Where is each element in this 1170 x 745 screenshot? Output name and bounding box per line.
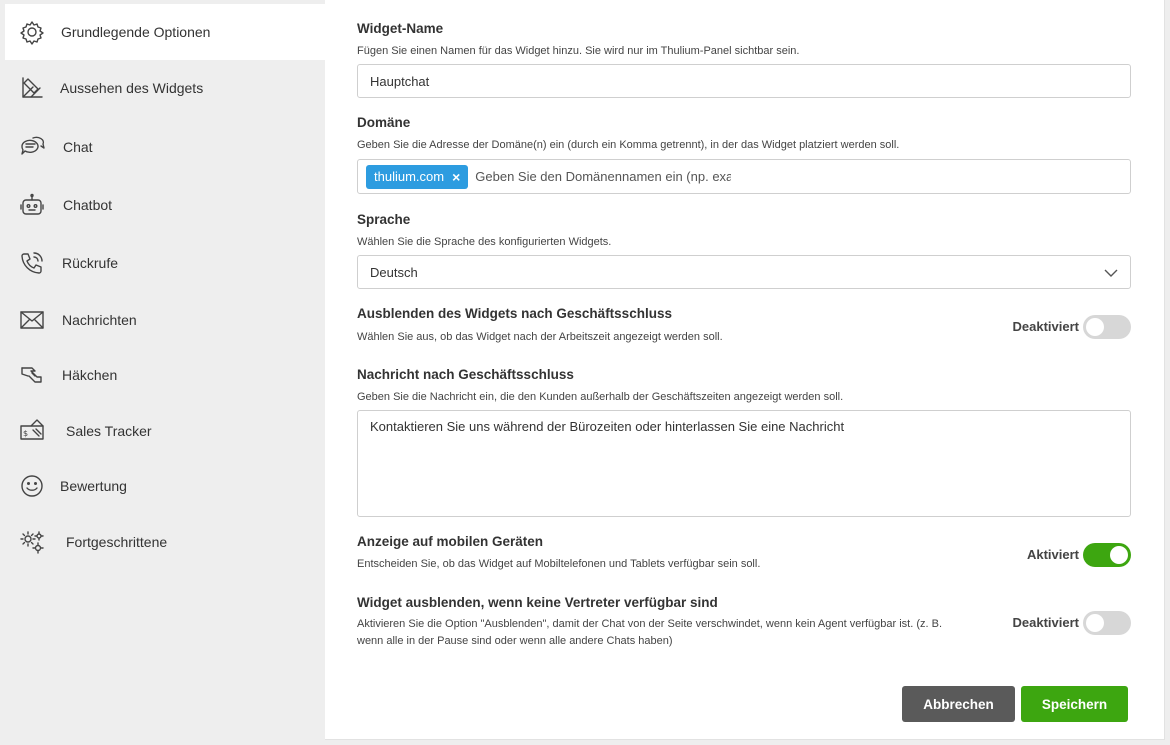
hide-after-hours-description: Wählen Sie aus, ob das Widget nach der A…	[357, 331, 723, 343]
sidebar-item-chat[interactable]: Chat	[0, 119, 325, 175]
robot-icon	[18, 191, 46, 219]
widget-name-value: Hauptchat	[370, 73, 430, 89]
sidebar-item-sales-tracker[interactable]: $ Sales Tracker	[0, 403, 325, 459]
hide-no-agents-description-line2: wenn alle in der Pause sind oder wenn al…	[357, 635, 673, 647]
widget-name-input[interactable]: Hauptchat	[357, 64, 1131, 98]
language-description: Wählen Sie die Sprache des konfigurierte…	[357, 236, 612, 248]
sidebar-item-label: Bewertung	[60, 478, 127, 494]
domain-placeholder: Geben Sie den Domänennamen ein (np. exam…	[475, 169, 732, 184]
money-ticket-icon: $	[18, 417, 46, 445]
domain-tag-label: thulium.com	[374, 169, 445, 184]
smiley-icon	[18, 472, 46, 500]
sidebar: Grundlegende Optionen Aussehen des Widge…	[0, 0, 325, 745]
toggle-knob	[1110, 546, 1128, 564]
sidebar-item-chatbot[interactable]: Chatbot	[0, 177, 325, 233]
close-icon[interactable]: ×	[452, 169, 460, 185]
basic-options-panel: Widget-Name Fügen Sie einen Namen für da…	[325, 0, 1165, 740]
sidebar-item-label: Rückrufe	[62, 255, 119, 271]
hide-after-hours-toggle[interactable]	[1083, 315, 1131, 339]
sidebar-item-messages[interactable]: Nachrichten	[0, 292, 325, 348]
hide-after-hours-title: Ausblenden des Widgets nach Geschäftssch…	[357, 306, 672, 321]
sidebar-item-widget-appearance[interactable]: Aussehen des Widgets	[0, 60, 325, 116]
sidebar-item-label: Aussehen des Widgets	[60, 80, 204, 96]
gear-icon	[18, 18, 46, 46]
after-hours-message-value: Kontaktieren Sie uns während der Bürozei…	[370, 419, 845, 434]
sidebar-item-label: Chat	[63, 139, 93, 155]
hide-no-agents-toggle[interactable]	[1083, 611, 1131, 635]
mobile-display-state: Aktiviert	[1026, 547, 1079, 562]
hide-no-agents-title: Widget ausblenden, wenn keine Vertreter …	[357, 595, 718, 610]
language-value: Deutsch	[370, 264, 418, 280]
palette-icon	[18, 74, 46, 102]
widget-name-description: Fügen Sie einen Namen für das Widget hin…	[357, 45, 800, 57]
hand-icon	[18, 361, 46, 389]
chat-bubbles-icon	[18, 133, 46, 161]
after-hours-message-title: Nachricht nach Geschäftsschluss	[357, 367, 574, 382]
mobile-display-description: Entscheiden Sie, ob das Widget auf Mobil…	[357, 558, 761, 570]
toggle-knob	[1086, 614, 1104, 632]
sidebar-item-label: Chatbot	[63, 197, 113, 213]
language-title: Sprache	[357, 212, 411, 227]
gears-icon	[18, 528, 46, 556]
envelope-icon	[18, 306, 46, 334]
sidebar-item-callbacks[interactable]: Rückrufe	[0, 235, 325, 291]
sidebar-item-advanced[interactable]: Fortgeschrittene	[0, 514, 325, 570]
sidebar-item-label: Grundlegende Optionen	[61, 24, 211, 40]
domain-title: Domäne	[357, 115, 411, 130]
mobile-display-toggle[interactable]	[1083, 543, 1131, 567]
language-select[interactable]: Deutsch	[357, 255, 1131, 289]
sidebar-item-rating[interactable]: Bewertung	[0, 458, 325, 514]
domain-tag: thulium.com ×	[366, 164, 469, 189]
mobile-display-title: Anzeige auf mobilen Geräten	[357, 534, 544, 549]
after-hours-message-textarea[interactable]: Kontaktieren Sie uns während der Bürozei…	[357, 410, 1131, 517]
sidebar-item-basic-options[interactable]: Grundlegende Optionen	[5, 4, 325, 60]
save-button[interactable]: Speichern	[1021, 686, 1128, 722]
sidebar-item-label: Fortgeschrittene	[66, 534, 168, 550]
hide-no-agents-description-line1: Aktivieren Sie die Option "Ausblenden", …	[357, 618, 943, 630]
after-hours-message-description: Geben Sie die Nachricht ein, die den Kun…	[357, 391, 844, 403]
hide-no-agents-state: Deaktiviert	[1012, 615, 1079, 630]
phone-callback-icon	[18, 249, 46, 277]
domain-input[interactable]: thulium.com × Geben Sie den Domänennamen…	[357, 159, 1131, 194]
domain-description: Geben Sie die Adresse der Domäne(n) ein …	[357, 139, 900, 151]
sidebar-item-hooks[interactable]: Häkchen	[0, 347, 325, 403]
widget-name-title: Widget-Name	[357, 21, 444, 36]
sidebar-item-label: Sales Tracker	[66, 423, 152, 439]
chevron-down-icon	[1104, 266, 1118, 280]
sidebar-item-label: Häkchen	[62, 367, 118, 383]
hide-after-hours-state: Deaktiviert	[1012, 319, 1079, 334]
sidebar-item-label: Nachrichten	[62, 312, 137, 328]
cancel-button[interactable]: Abbrechen	[902, 686, 1015, 722]
svg-text:$: $	[23, 429, 28, 438]
toggle-knob	[1086, 318, 1104, 336]
